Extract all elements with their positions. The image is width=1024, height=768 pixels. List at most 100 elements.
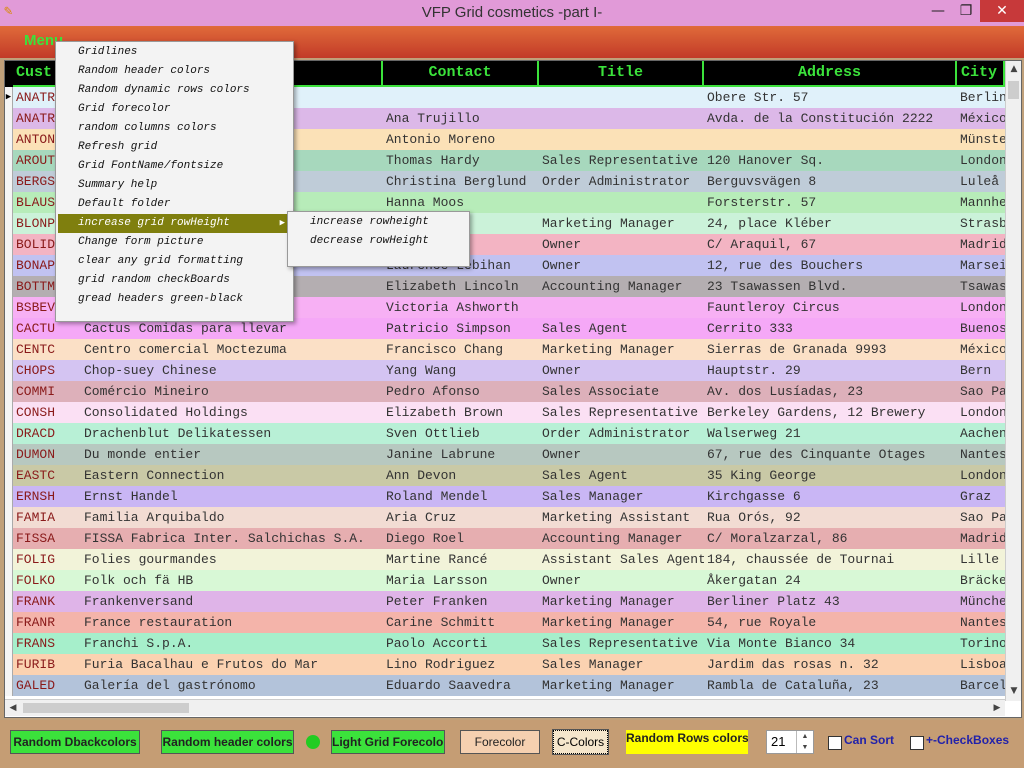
context-menu-item[interactable]: Refresh grid	[58, 138, 291, 157]
row-selector[interactable]	[5, 570, 13, 591]
cell-city[interactable]: México	[957, 339, 1005, 360]
cell-customer-id[interactable]: ERNSH	[13, 486, 81, 507]
scroll-right-icon[interactable]: ▶	[989, 700, 1005, 716]
table-row[interactable]: CHOPS Chop-suey Chinese Yang Wang Owner Haup…	[5, 360, 1005, 381]
cell-contact[interactable]: Roland Mendel	[383, 486, 539, 507]
cell-title[interactable]: Owner	[539, 360, 704, 381]
cell-address[interactable]: 35 King George	[704, 465, 957, 486]
cell-address[interactable]: Rua Orós, 92	[704, 507, 957, 528]
cell-title[interactable]: Sales Agent	[539, 318, 704, 339]
table-row[interactable]: DRACD Drachenblut Delikatessen Sven Ottlie…	[5, 423, 1005, 444]
row-selector[interactable]	[5, 150, 13, 171]
cell-company[interactable]: Franchi S.p.A.	[81, 633, 383, 654]
cell-title[interactable]: Accounting Manager	[539, 528, 704, 549]
cell-title[interactable]: Sales Representative	[539, 402, 704, 423]
row-selector[interactable]	[5, 234, 13, 255]
cell-city[interactable]: Tsawassen	[957, 276, 1005, 297]
context-menu-item[interactable]: Summary help	[58, 176, 291, 195]
cell-title[interactable]	[539, 297, 704, 318]
row-selector[interactable]	[5, 654, 13, 675]
column-header-title[interactable]: Title	[539, 61, 704, 87]
cell-company[interactable]: Chop-suey Chinese	[81, 360, 383, 381]
row-selector[interactable]	[5, 171, 13, 192]
row-height-spinner[interactable]: 21 ▲ ▼	[766, 730, 814, 754]
cell-title[interactable]	[539, 129, 704, 150]
row-selector[interactable]	[5, 633, 13, 654]
cell-contact[interactable]: Pedro Afonso	[383, 381, 539, 402]
cell-contact[interactable]: Eduardo Saavedra	[383, 675, 539, 696]
cell-address[interactable]: Berliner Platz 43	[704, 591, 957, 612]
row-selector[interactable]	[5, 675, 13, 696]
checkboxes-checkbox[interactable]	[910, 736, 924, 750]
row-selector[interactable]	[5, 486, 13, 507]
row-selector[interactable]	[5, 108, 13, 129]
cell-address[interactable]: 12, rue des Bouchers	[704, 255, 957, 276]
cell-address[interactable]: 54, rue Royale	[704, 612, 957, 633]
cell-city[interactable]: Graz	[957, 486, 1005, 507]
cell-title[interactable]: Marketing Assistant	[539, 507, 704, 528]
cell-title[interactable]: Marketing Manager	[539, 213, 704, 234]
cell-address[interactable]: 23 Tsawassen Blvd.	[704, 276, 957, 297]
cell-contact[interactable]: Lino Rodriguez	[383, 654, 539, 675]
cell-title[interactable]: Marketing Manager	[539, 591, 704, 612]
cell-contact[interactable]: Aria Cruz	[383, 507, 539, 528]
cell-contact[interactable]: Martine Rancé	[383, 549, 539, 570]
cell-address[interactable]: Jardim das rosas n. 32	[704, 654, 957, 675]
cell-address[interactable]: Åkergatan 24	[704, 570, 957, 591]
light-grid-forecolor-button[interactable]: Light Grid Forecolor	[331, 730, 445, 754]
column-header-contact[interactable]: Contact	[383, 61, 539, 87]
row-selector[interactable]	[5, 507, 13, 528]
table-row[interactable]: ERNSH Ernst Handel Roland Mendel Sales Mana…	[5, 486, 1005, 507]
cell-contact[interactable]: Diego Roel	[383, 528, 539, 549]
random-header-colors-button[interactable]: Random header colors	[161, 730, 294, 754]
scroll-down-icon[interactable]: ▼	[1006, 683, 1021, 699]
cell-title[interactable]: Sales Manager	[539, 486, 704, 507]
context-menu-item[interactable]: clear any grid formatting	[58, 252, 291, 271]
cell-title[interactable]: Owner	[539, 444, 704, 465]
table-row[interactable]: COMMI Comércio Mineiro Pedro Afonso Sales A…	[5, 381, 1005, 402]
cell-city[interactable]: México	[957, 108, 1005, 129]
cell-company[interactable]: Drachenblut Delikatessen	[81, 423, 383, 444]
row-selector[interactable]	[5, 549, 13, 570]
context-menu-item[interactable]: random columns colors	[58, 119, 291, 138]
cell-city[interactable]: Strasbourg	[957, 213, 1005, 234]
column-header-city[interactable]: City	[957, 61, 1005, 87]
cell-title[interactable]: Marketing Manager	[539, 339, 704, 360]
cell-city[interactable]: Mannheim	[957, 192, 1005, 213]
cell-city[interactable]: Marseille	[957, 255, 1005, 276]
table-row[interactable]: FRANS Franchi S.p.A. Paolo Accorti Sales Re…	[5, 633, 1005, 654]
row-selector[interactable]	[5, 360, 13, 381]
row-selector[interactable]	[5, 297, 13, 318]
context-menu-item[interactable]: grid random checkBoards	[58, 271, 291, 290]
cell-contact[interactable]: Peter Franken	[383, 591, 539, 612]
cell-contact[interactable]: Ann Devon	[383, 465, 539, 486]
cell-company[interactable]: France restauration	[81, 612, 383, 633]
cell-city[interactable]: Madrid	[957, 234, 1005, 255]
cell-address[interactable]: Kirchgasse 6	[704, 486, 957, 507]
cell-city[interactable]: Münster	[957, 129, 1005, 150]
cell-contact[interactable]: Antonio Moreno	[383, 129, 539, 150]
cell-address[interactable]: Fauntleroy Circus	[704, 297, 957, 318]
cell-city[interactable]: München	[957, 591, 1005, 612]
cell-address[interactable]: 184, chaussée de Tournai	[704, 549, 957, 570]
cell-title[interactable]: Assistant Sales Agent	[539, 549, 704, 570]
cell-title[interactable]	[539, 108, 704, 129]
table-row[interactable]: FISSA FISSA Fabrica Inter. Salchichas S.A…	[5, 528, 1005, 549]
cell-customer-id[interactable]: FISSA	[13, 528, 81, 549]
context-menu-item[interactable]: Random dynamic rows colors	[58, 81, 291, 100]
cell-city[interactable]: Bern	[957, 360, 1005, 381]
cell-city[interactable]: London	[957, 297, 1005, 318]
vertical-scroll-thumb[interactable]	[1008, 81, 1019, 99]
row-selector[interactable]	[5, 192, 13, 213]
cell-company[interactable]: Comércio Mineiro	[81, 381, 383, 402]
minimize-button[interactable]: —	[924, 0, 952, 22]
maximize-button[interactable]: ❐	[952, 0, 980, 22]
cell-title[interactable]: Marketing Manager	[539, 675, 704, 696]
cell-customer-id[interactable]: CHOPS	[13, 360, 81, 381]
row-selector[interactable]	[5, 339, 13, 360]
cell-city[interactable]: Lille	[957, 549, 1005, 570]
context-menu-item[interactable]: Default folder	[58, 195, 291, 214]
horizontal-scroll-thumb[interactable]	[23, 703, 189, 713]
cell-address[interactable]: 24, place Kléber	[704, 213, 957, 234]
random-dbackcolors-button[interactable]: Random Dbackcolors	[10, 730, 140, 754]
